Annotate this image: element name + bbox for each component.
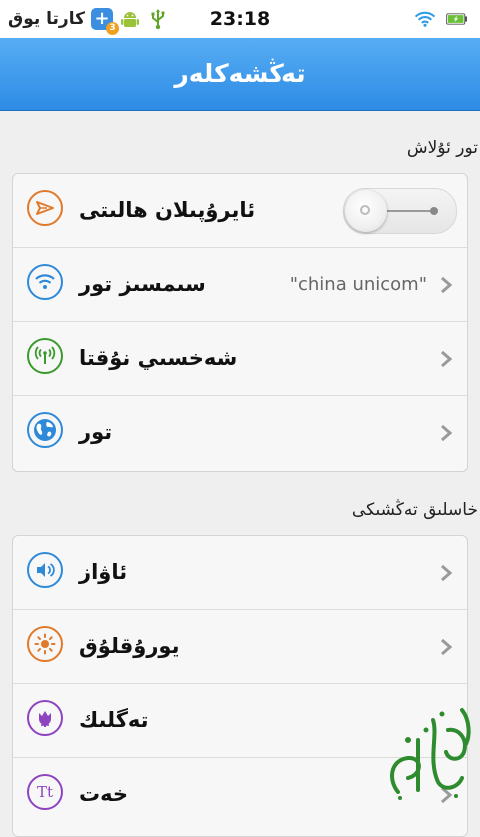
airplane-mode-toggle[interactable]	[343, 188, 457, 234]
battery-charging-icon	[446, 8, 468, 30]
toggle-end-dot	[430, 207, 438, 215]
page-title: تەڭشەكلەر	[174, 59, 306, 88]
font-icon: Tt	[27, 774, 63, 810]
usb-icon	[147, 8, 169, 30]
font-icon-text: Tt	[36, 783, 54, 801]
section-header-network: تور ئۇلاش	[406, 138, 478, 158]
sound-row[interactable]: ئاۋاز	[13, 536, 467, 610]
wifi-label: سىمسىز تور	[79, 272, 206, 296]
chevron-right-icon	[441, 424, 453, 442]
section-header-personalization: خاسلىق تەڭشىكى	[351, 500, 478, 520]
hotspot-icon	[27, 338, 63, 374]
airplane-icon	[27, 190, 63, 226]
status-right	[414, 0, 468, 38]
wifi-icon	[27, 264, 63, 300]
airplane-mode-row[interactable]: ئايرۇپىلان ھالىتى	[13, 174, 467, 248]
carrier-label: كارتا يوق	[8, 9, 85, 29]
hotspot-row[interactable]: شەخسىي نۇقتا	[13, 322, 467, 396]
toggle-knob-dot	[360, 205, 370, 215]
wifi-icon	[414, 8, 436, 30]
network-settings-card: ئايرۇپىلان ھالىتى سىمسىز تور "china unic…	[12, 173, 468, 472]
status-bar: كارتا يوق +3 23:18	[0, 0, 480, 38]
hotspot-label: شەخسىي نۇقتا	[79, 346, 238, 370]
sound-label: ئاۋاز	[79, 560, 128, 584]
status-left: كارتا يوق +3	[8, 0, 169, 38]
network-row[interactable]: تور	[13, 396, 467, 469]
title-bar: تەڭشەكلەر	[0, 38, 480, 111]
brightness-label: يورۇقلۇق	[79, 634, 180, 658]
chevron-right-icon	[441, 350, 453, 368]
chevron-right-icon	[441, 276, 453, 294]
network-label: تور	[79, 420, 113, 444]
android-icon	[119, 8, 141, 30]
speaker-icon	[27, 552, 63, 588]
brightness-icon	[27, 626, 63, 662]
airplane-mode-label: ئايرۇپىلان ھالىتى	[79, 198, 256, 222]
chevron-right-icon	[441, 638, 453, 656]
chevron-right-icon	[441, 564, 453, 582]
wifi-row[interactable]: سىمسىز تور "china unicom"	[13, 248, 467, 322]
toggle-knob[interactable]	[345, 190, 387, 232]
wifi-network-name: "china unicom"	[289, 274, 427, 295]
carrier-badge-icon: +3	[90, 8, 119, 35]
font-label: خەت	[79, 782, 128, 806]
calligraphy-logo-icon	[390, 708, 471, 800]
brightness-row[interactable]: يورۇقلۇق	[13, 610, 467, 684]
flower-icon	[27, 700, 63, 736]
wallpaper-label: تەگلىك	[79, 708, 149, 732]
notification-count: 3	[105, 22, 119, 35]
globe-icon	[27, 412, 63, 448]
